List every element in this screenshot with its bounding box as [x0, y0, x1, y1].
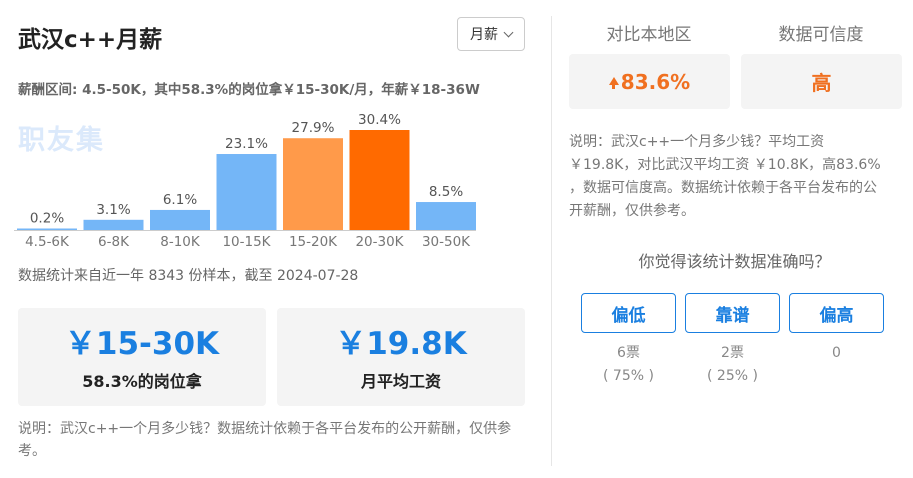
vote-low-button[interactable]: 偏低 [581, 293, 676, 333]
salary-range-card: ￥15-30K 58.3%的岗位拿 [18, 308, 266, 406]
compare-local-label: 对比本地区 [606, 25, 692, 45]
vote-high-stat: 0 [789, 342, 884, 365]
vote-accurate-stat: 2票 ( 25% ) [685, 342, 780, 388]
disclaimer-text: 说明：武汉c++一个月多少钱？数据统计依赖于各平台发布的公开薪酬，仅供参考。 [18, 421, 512, 459]
vote-low-count: 6票 [617, 345, 640, 361]
trust-label: 数据可信度 [778, 25, 864, 45]
bar-value-label: 6.1% [163, 192, 197, 208]
vote-low-stat: 6票 ( 75% ) [581, 342, 676, 388]
bar-8-10K [150, 209, 210, 230]
bar-value-label: 3.1% [96, 202, 130, 218]
x-tick-label: 6-8K [98, 234, 130, 250]
page-title: 武汉c++月薪 [18, 27, 163, 53]
x-tick-label: 8-10K [160, 234, 201, 250]
bar-30-50K [416, 202, 476, 230]
bar-value-label: 30.4% [358, 112, 401, 128]
arrow-up-icon [608, 76, 619, 89]
sample-info-text: 数据统计来自近一年 8343 份样本，截至 2024-07-28 [18, 268, 359, 284]
average-salary-value: ￥19.8K [335, 326, 467, 362]
bar-value-label: 8.5% [429, 184, 463, 200]
bar-20-30K [349, 130, 410, 230]
average-salary-label: 月平均工资 [360, 372, 441, 391]
x-tick-label: 10-15K [222, 234, 271, 250]
vote-accurate-count: 2票 [721, 345, 744, 361]
chevron-down-icon [503, 27, 514, 37]
bar-value-label: 23.1% [225, 136, 268, 152]
vote-high-button[interactable]: 偏高 [789, 293, 884, 333]
vote-question: 你觉得该统计数据准确吗？ [638, 252, 831, 271]
bar-15-20K [283, 138, 343, 230]
bar-value-label: 27.9% [292, 120, 335, 136]
compare-local-box: 83.6% [569, 54, 730, 109]
salary-distribution-chart: 0.2% 4.5-6K 3.1% 6-8K 6.1% 8-10K 23.1% 10-15K 27… [14, 112, 476, 250]
salary-range-value: ￥15-30K [64, 326, 220, 362]
vote-accurate-button[interactable]: 靠谱 [685, 293, 780, 333]
bar-4.5-6K [17, 228, 77, 230]
x-tick-label: 15-20K [289, 234, 338, 250]
x-tick-label: 30-50K [422, 234, 471, 250]
period-select[interactable]: 月薪 [457, 17, 525, 51]
x-tick-label: 20-30K [355, 234, 404, 250]
vote-accurate-pct: ( 25% ) [707, 368, 758, 384]
vote-low-pct: ( 75% ) [603, 368, 654, 384]
salary-range-label: 58.3%的岗位拿 [82, 372, 202, 391]
compare-disclaimer-text: 说明：武汉c++一个月多少钱？平均工资￥19.8K，对比武汉平均工资 ￥10.8… [569, 134, 881, 219]
salary-panel: 武汉c++月薪 月薪 薪酬区间: 4.5-50K，其中58.3%的岗位拿￥15-… [0, 0, 545, 478]
trust-value: 高 [811, 71, 832, 95]
salary-range-text: 薪酬区间: 4.5-50K，其中58.3%的岗位拿￥15-30K/月，年薪￥18… [18, 82, 480, 98]
average-salary-card: ￥19.8K 月平均工资 [277, 308, 525, 406]
bar-6-8K [83, 219, 144, 230]
trust-box: 高 [741, 54, 902, 109]
compare-local-value: 83.6% [620, 69, 691, 94]
panel-divider [551, 16, 552, 466]
x-tick-label: 4.5-6K [25, 234, 70, 250]
bar-value-label: 0.2% [30, 211, 64, 227]
bar-10-15K [216, 154, 277, 230]
vote-high-count: 0 [832, 345, 841, 361]
period-select-label: 月薪 [470, 27, 498, 43]
